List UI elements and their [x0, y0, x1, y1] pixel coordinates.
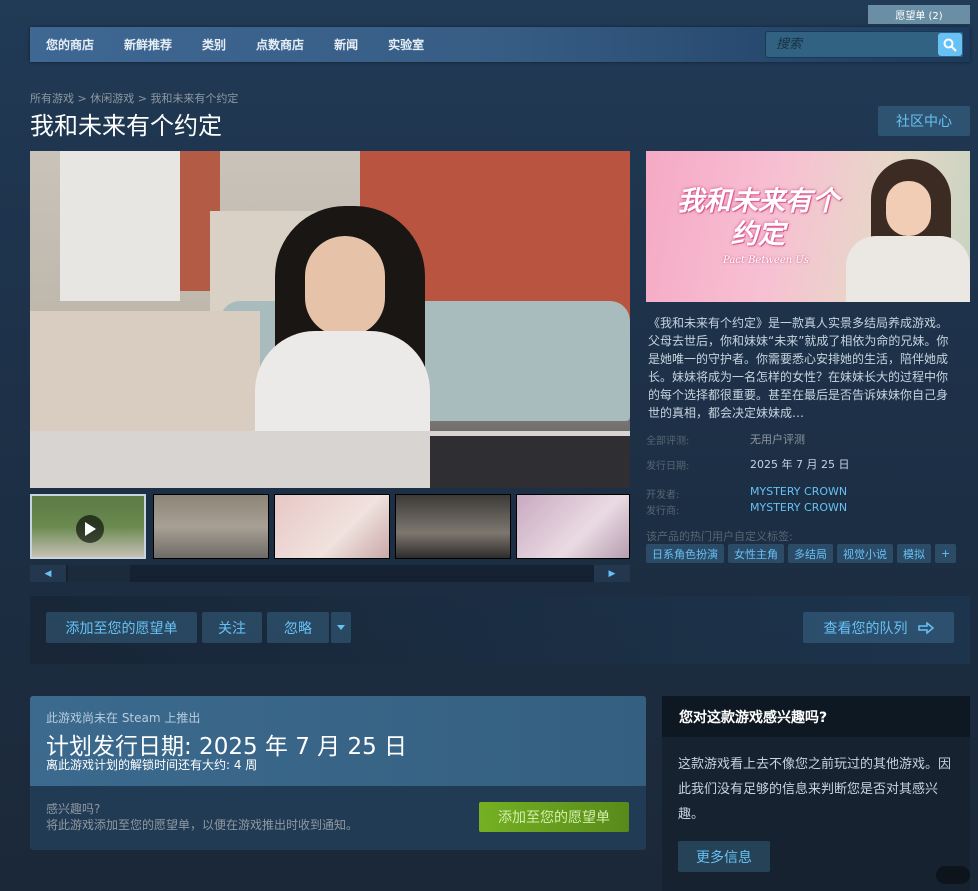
nav-news[interactable]: 新闻: [319, 27, 373, 62]
tag-item[interactable]: 模拟: [897, 544, 931, 563]
developer-link[interactable]: MYSTERY CROWN: [750, 485, 847, 498]
scroll-handle[interactable]: [68, 565, 130, 582]
add-to-wishlist-green-button[interactable]: 添加至您的愿望单: [479, 802, 629, 832]
tag-item[interactable]: 多结局: [788, 544, 833, 563]
breadcrumb-casual[interactable]: 休闲游戏: [90, 92, 134, 105]
nav-categories[interactable]: 类别: [187, 27, 241, 62]
breadcrumb-current[interactable]: 我和未来有个约定: [150, 92, 238, 105]
wishlist-header-button[interactable]: 愿望单 (2): [868, 5, 970, 24]
breadcrumb-separator: >: [137, 92, 147, 105]
watermark-logo: [936, 866, 970, 884]
tags-label: 该产品的热门用户自定义标签:: [646, 530, 793, 543]
search-button[interactable]: [938, 33, 962, 56]
arrow-right-icon: [917, 621, 934, 634]
breadcrumb: 所有游戏 > 休闲游戏 > 我和未来有个约定: [30, 90, 238, 106]
thumbnail-screenshot[interactable]: [516, 494, 630, 559]
thumbnail-scrollbar[interactable]: ◀ ▶: [30, 565, 630, 582]
coming-soon-box: 此游戏尚未在 Steam 上推出 计划发行日期: 2025 年 7 月 25 日…: [30, 696, 646, 850]
tag-list: 日系角色扮演 女性主角 多结局 视觉小说 模拟 +: [646, 544, 957, 563]
nav-labs[interactable]: 实验室: [373, 27, 439, 62]
breadcrumb-all-games[interactable]: 所有游戏: [30, 92, 74, 105]
view-queue-button[interactable]: 查看您的队列: [803, 612, 954, 643]
reviews-value: 无用户评测: [750, 433, 805, 446]
scroll-right-icon[interactable]: ▶: [594, 565, 630, 582]
scene-girl-face: [305, 236, 385, 336]
nav-points-shop[interactable]: 点数商店: [241, 27, 319, 62]
time-until-unlock: 离此游戏计划的解锁时间还有大约: 4 周: [46, 758, 258, 772]
ignore-dropdown-button[interactable]: [331, 612, 351, 643]
breadcrumb-separator: >: [77, 92, 87, 105]
tag-more-button[interactable]: +: [935, 544, 957, 563]
thumbnail-screenshot[interactable]: [274, 494, 390, 559]
search-box: [765, 31, 964, 58]
main-screenshot[interactable]: [30, 151, 630, 488]
community-hub-button[interactable]: 社区中心: [878, 106, 970, 136]
release-date-value: 2025 年 7 月 25 日: [750, 458, 850, 471]
interested-hint: 将此游戏添加至您的愿望单，以便在游戏推出时收到通知。: [46, 818, 359, 832]
follow-button[interactable]: 关注: [202, 612, 262, 643]
tag-item[interactable]: 日系角色扮演: [646, 544, 724, 563]
thumbnail-screenshot[interactable]: [153, 494, 269, 559]
action-bar: 添加至您的愿望单 关注 忽略 查看您的队列: [30, 596, 970, 664]
scene-window: [60, 151, 180, 301]
capsule-logo-subtitle: Pact Between Us: [723, 255, 809, 266]
nav-new-noteworthy[interactable]: 新鲜推荐: [109, 27, 187, 62]
scroll-left-icon[interactable]: ◀: [30, 565, 66, 582]
tag-item[interactable]: 视觉小说: [837, 544, 893, 563]
play-icon: [76, 515, 104, 543]
release-date-label: 发行日期:: [646, 461, 690, 472]
capsule-girl-face: [886, 181, 931, 236]
add-to-wishlist-button[interactable]: 添加至您的愿望单: [46, 612, 197, 643]
search-icon: [943, 38, 957, 52]
search-input[interactable]: [766, 32, 936, 57]
tag-item[interactable]: 女性主角: [728, 544, 784, 563]
capsule-girl-body: [846, 236, 970, 302]
nav-your-store[interactable]: 您的商店: [30, 27, 109, 62]
interest-box: 您对这款游戏感兴趣吗? 这款游戏看上去不像您之前玩过的其他游戏。因此我们没有足够…: [662, 696, 970, 891]
not-released-notice: 此游戏尚未在 Steam 上推出: [46, 711, 201, 725]
developer-label: 开发者:: [646, 490, 680, 501]
page-title: 我和未来有个约定: [30, 112, 222, 140]
reviews-label: 全部评测:: [646, 436, 690, 447]
interested-question: 感兴趣吗?: [46, 802, 101, 816]
publisher-link[interactable]: MYSTERY CROWN: [750, 501, 847, 514]
publisher-label: 发行商:: [646, 506, 680, 517]
more-info-button[interactable]: 更多信息: [678, 841, 770, 872]
interest-heading: 您对这款游戏感兴趣吗?: [662, 696, 970, 737]
thumbnail-screenshot[interactable]: [395, 494, 511, 559]
interest-body: 这款游戏看上去不像您之前玩过的其他游戏。因此我们没有足够的信息来判断您是否对其感…: [678, 757, 952, 822]
dropdown-arrow-icon: [337, 625, 345, 630]
game-description: 《我和未来有个约定》是一款真人实景多结局养成游戏。父母去世后，你和妹妹“未来”就…: [648, 316, 949, 420]
scene-stove: [430, 436, 630, 488]
capsule-logo-title: 我和未来有个约定: [677, 186, 839, 250]
header-capsule-image: 我和未来有个约定 Pact Between Us: [646, 151, 970, 302]
view-queue-label: 查看您的队列: [823, 620, 908, 637]
ignore-button[interactable]: 忽略: [267, 612, 329, 643]
store-nav-bar: 您的商店 新鲜推荐 类别 点数商店 新闻 实验室: [30, 27, 970, 62]
thumbnail-strip: [30, 491, 630, 563]
thumbnail-video[interactable]: [30, 494, 146, 559]
